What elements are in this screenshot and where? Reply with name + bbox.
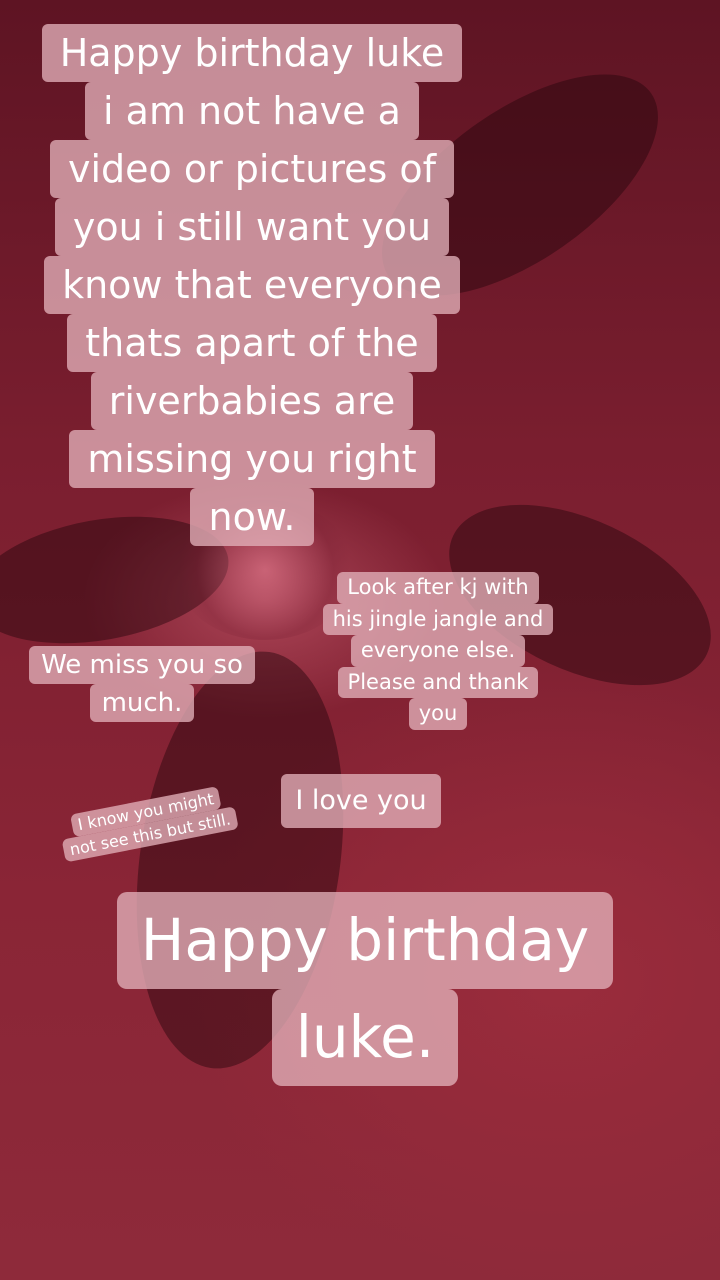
caption-line: Look after kj with [337, 572, 539, 604]
caption-line: his jingle jangle and [322, 603, 554, 635]
caption-line: We miss you so [29, 646, 255, 684]
caption-line: Please and thank [337, 666, 539, 698]
caption-line: you [408, 698, 468, 730]
caption-line: I love you [281, 774, 441, 828]
caption-line: everyone else. [350, 635, 526, 667]
caption-look-after-kj: Look after kj with his jingle jangle and… [315, 572, 561, 730]
caption-line: missing you right [69, 430, 435, 488]
caption-line: luke. [271, 989, 459, 1086]
caption-line: Happy birthday [116, 892, 614, 989]
caption-line: know that everyone [44, 256, 460, 314]
caption-we-miss-you: We miss you so much. [24, 646, 260, 722]
caption-line: you i still want you [54, 198, 450, 256]
caption-i-love-you: I love you [276, 774, 446, 828]
caption-main-message: Happy birthday luke i am not have a vide… [26, 24, 478, 546]
caption-line: thats apart of the [67, 314, 437, 372]
caption-line: now. [190, 488, 314, 546]
caption-line: video or pictures of [49, 140, 455, 198]
caption-line: Happy birthday luke [41, 24, 463, 82]
caption-line: much. [89, 684, 195, 722]
caption-happy-birthday-big: Happy birthday luke. [104, 892, 626, 1086]
caption-line: i am not have a [85, 82, 419, 140]
caption-line: riverbabies are [90, 372, 414, 430]
